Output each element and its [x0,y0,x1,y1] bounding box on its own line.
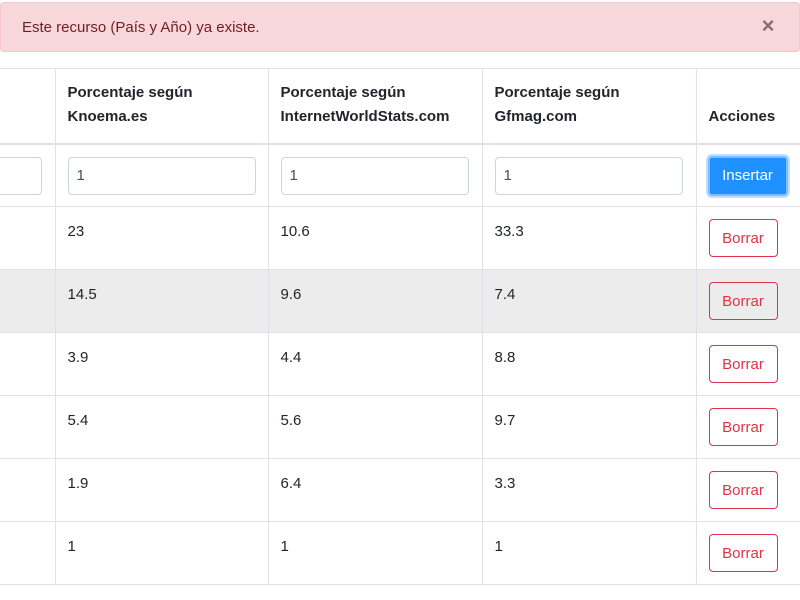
input-cell-knoema [54,143,269,207]
knoema-input[interactable] [67,156,256,195]
truncated-input[interactable] [0,156,42,195]
cell-cut [0,332,56,396]
cell-knoema: 1.9 [54,458,269,522]
header-knoema: Porcentaje según Knoema.es [54,68,269,145]
cell-iws: 5.6 [267,395,483,459]
cell-cut [0,521,56,585]
cell-actions: Borrar [695,395,800,459]
delete-button[interactable]: Borrar [708,345,778,383]
header-gfmag: Porcentaje según Gfmag.com [481,68,697,145]
cell-gfmag: 33.3 [481,206,697,270]
data-table: Porcentaje según Knoema.es Porcentaje se… [0,68,800,585]
table-row: 3.9 4.4 8.8 Borrar [0,332,800,396]
input-cell-iws [267,143,483,207]
cell-gfmag: 1 [481,521,697,585]
cell-iws: 10.6 [267,206,483,270]
cell-knoema: 1 [54,521,269,585]
cell-actions: Borrar [695,206,800,270]
cell-cut [0,269,56,333]
cell-actions: Borrar [695,269,800,333]
header-cut [0,68,56,145]
cell-iws: 9.6 [267,269,483,333]
delete-button[interactable]: Borrar [708,219,778,257]
cell-gfmag: 9.7 [481,395,697,459]
cell-knoema: 23 [54,206,269,270]
table-header-row: Porcentaje según Knoema.es Porcentaje se… [0,68,800,145]
cell-knoema: 3.9 [54,332,269,396]
cell-cut [0,206,56,270]
header-actions: Acciones [695,68,800,145]
cell-iws: 6.4 [267,458,483,522]
table-row: 23 10.6 33.3 Borrar [0,206,800,270]
delete-button[interactable]: Borrar [708,408,778,446]
cell-actions: Borrar [695,458,800,522]
table-row: 1 1 1 Borrar [0,521,800,585]
table-row: 1.9 6.4 3.3 Borrar [0,458,800,522]
table-row: 5.4 5.6 9.7 Borrar [0,395,800,459]
input-row: Insertar [0,143,800,207]
cell-gfmag: 3.3 [481,458,697,522]
cell-cut [0,395,56,459]
input-cell-cut [0,143,56,207]
insert-button[interactable]: Insertar [707,155,788,196]
delete-button[interactable]: Borrar [708,471,778,509]
cell-knoema: 14.5 [54,269,269,333]
cell-iws: 1 [267,521,483,585]
cell-actions: Borrar [695,332,800,396]
cell-knoema: 5.4 [54,395,269,459]
cell-gfmag: 8.8 [481,332,697,396]
header-internetworldstats: Porcentaje según InternetWorldStats.com [267,68,483,145]
error-alert: Este recurso (País y Año) ya existe. × [0,2,800,52]
close-icon[interactable]: × [759,15,777,37]
cell-cut [0,458,56,522]
input-cell-gfmag [481,143,697,207]
delete-button[interactable]: Borrar [708,534,778,572]
alert-message: Este recurso (País y Año) ya existe. [22,18,260,36]
internetworldstats-input[interactable] [280,156,469,195]
gfmag-input[interactable] [494,156,683,195]
cell-gfmag: 7.4 [481,269,697,333]
table-row: 14.5 9.6 7.4 Borrar [0,269,800,333]
delete-button[interactable]: Borrar [708,282,778,320]
cell-actions: Borrar [695,521,800,585]
cell-iws: 4.4 [267,332,483,396]
input-cell-actions: Insertar [695,143,800,207]
